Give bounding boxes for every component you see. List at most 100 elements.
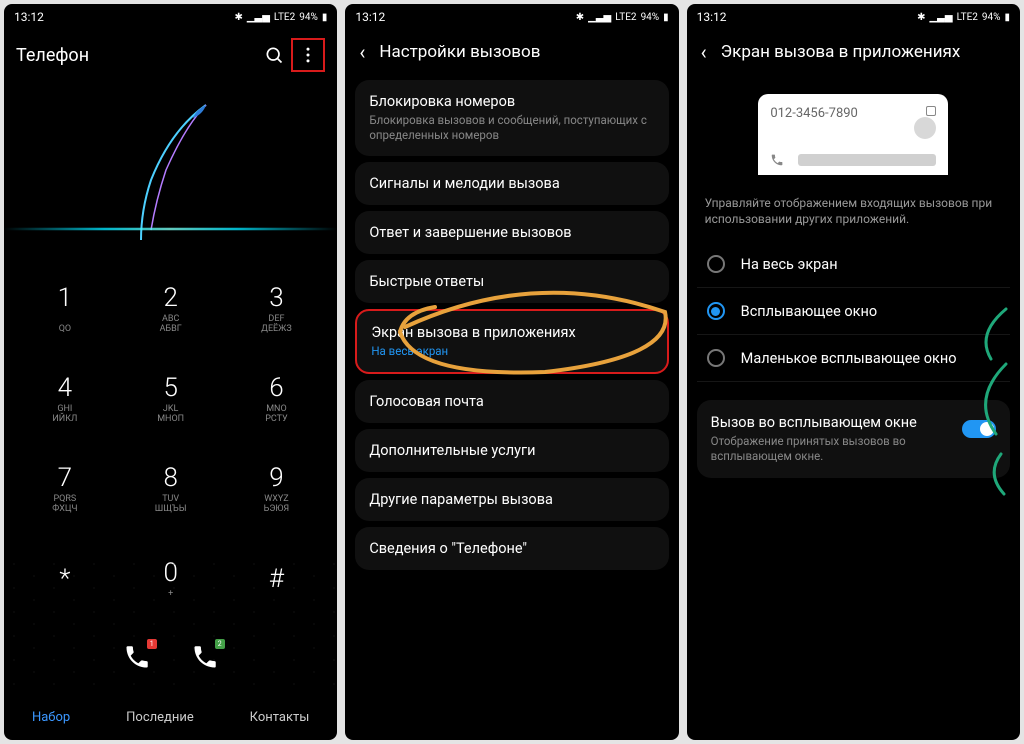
dial-key-2[interactable]: 2ABC АБВГ: [118, 264, 224, 354]
header: ‹ Настройки вызовов: [345, 30, 678, 74]
signal-icon: ▁▃▅: [247, 12, 270, 23]
battery-text: 94%: [299, 12, 318, 23]
call-sim2-button[interactable]: 2: [191, 643, 219, 675]
settings-item[interactable]: Экран вызова в приложениях На весь экран: [355, 309, 668, 374]
item-title: Другие параметры вызова: [369, 491, 654, 508]
radio-option[interactable]: Маленькое всплывающее окно: [697, 335, 1010, 382]
dial-key-letters: ABC АБВГ: [160, 315, 182, 335]
popup-call-switch-card: Вызов во всплывающем окне Отображение пр…: [697, 400, 1010, 478]
dial-key-*[interactable]: *: [12, 534, 118, 624]
search-button[interactable]: [257, 38, 291, 72]
call-button-row: 1 2: [4, 624, 337, 694]
dial-key-7[interactable]: 7PQRS ФХЦЧ: [12, 444, 118, 534]
radio-label: Всплывающее окно: [741, 303, 877, 320]
dial-key-number: 3: [269, 283, 283, 313]
item-title: Блокировка номеров: [369, 93, 654, 110]
dial-key-number: 4: [58, 373, 72, 403]
popup-call-toggle[interactable]: [962, 420, 996, 438]
item-title: Экран вызова в приложениях: [371, 324, 652, 341]
settings-item[interactable]: Другие параметры вызова: [355, 478, 668, 521]
radio-group: На весь экран Всплывающее окно Маленькое в…: [687, 237, 1020, 386]
item-subtitle: На весь экран: [371, 344, 652, 359]
item-title: Сведения о "Телефоне": [369, 540, 654, 557]
dial-key-letters: PQRS ФХЦЧ: [52, 495, 77, 515]
status-time: 13:12: [697, 10, 727, 24]
radio-label: Маленькое всплывающее окно: [741, 350, 957, 367]
switch-subtitle: Отображение принятых вызовов во всплываю…: [711, 434, 952, 464]
settings-item[interactable]: Блокировка номеров Блокировка вызовов и с…: [355, 80, 668, 156]
phone-screen-call-settings: 13:12 ✱▁▃▅LTE2 94%▮ ‹ Настройки вызовов …: [345, 4, 678, 740]
settings-item[interactable]: Быстрые ответы: [355, 260, 668, 303]
radio-label: На весь экран: [741, 256, 838, 273]
settings-item[interactable]: Голосовая почта: [355, 380, 668, 423]
status-icons: ✱ ▁▃▅ LTE2 94% ▮: [234, 12, 327, 23]
dial-key-8[interactable]: 8TUV ШЩЪЫ: [118, 444, 224, 534]
battery-icon: ▮: [322, 12, 328, 23]
settings-item[interactable]: Дополнительные услуги: [355, 429, 668, 472]
mock-bar: [798, 154, 936, 166]
radio-option[interactable]: На весь экран: [697, 241, 1010, 288]
dial-key-5[interactable]: 5JKL МНОП: [118, 354, 224, 444]
call-sim1-button[interactable]: 1: [123, 643, 151, 675]
settings-item[interactable]: Ответ и завершение вызовов: [355, 211, 668, 254]
item-subtitle: Блокировка вызовов и сообщений, поступаю…: [369, 113, 654, 143]
dial-key-number: *: [59, 564, 70, 594]
back-button[interactable]: ‹: [701, 40, 707, 64]
dial-key-4[interactable]: 4GHI ИЙКЛ: [12, 354, 118, 444]
dial-key-1[interactable]: 1 QO: [12, 264, 118, 354]
settings-item[interactable]: Сигналы и мелодии вызова: [355, 162, 668, 205]
app-title: Телефон: [16, 45, 257, 66]
item-title: Дополнительные услуги: [369, 442, 654, 459]
preview-area: 012-3456-7890: [687, 74, 1020, 195]
status-time: 13:12: [355, 10, 385, 24]
header: ‹ Экран вызова в приложениях: [687, 30, 1020, 74]
dial-key-letters: +: [168, 590, 173, 600]
dial-key-9[interactable]: 9WXYZ ЬЭЮЯ: [224, 444, 330, 534]
dial-key-letters: DEF ДЕЁЖЗ: [261, 315, 292, 335]
dial-key-number: 5: [163, 373, 177, 403]
dial-key-letters: MNO РСТУ: [265, 405, 287, 425]
lte-icon: LTE2: [274, 12, 295, 23]
description-text: Управляйте отображением входящих вызовов…: [687, 195, 1020, 237]
dial-key-6[interactable]: 6MNO РСТУ: [224, 354, 330, 444]
tab-contacts[interactable]: Контакты: [250, 710, 310, 725]
settings-list: Блокировка номеров Блокировка вызовов и с…: [345, 74, 678, 740]
dial-key-3[interactable]: 3DEF ДЕЁЖЗ: [224, 264, 330, 354]
dial-key-number: 7: [58, 463, 72, 493]
dial-key-letters: TUV ШЩЪЫ: [155, 495, 187, 515]
phone-screen-call-display: 13:12 ✱▁▃▅LTE2 94%▮ ‹ Экран вызова в при…: [687, 4, 1020, 740]
status-icons: ✱▁▃▅LTE2 94%▮: [576, 12, 669, 23]
dial-key-number: 8: [163, 463, 177, 493]
status-time: 13:12: [14, 10, 44, 24]
glow-bar: [4, 228, 337, 230]
dial-key-number: 1: [58, 283, 72, 313]
settings-item[interactable]: Сведения о "Телефоне": [355, 527, 668, 570]
item-title: Голосовая почта: [369, 393, 654, 410]
switch-title: Вызов во всплывающем окне: [711, 414, 952, 431]
dial-key-letters: JKL МНОП: [157, 405, 184, 425]
radio-option[interactable]: Всплывающее окно: [697, 288, 1010, 335]
dial-key-letters: GHI ИЙКЛ: [52, 405, 77, 425]
dial-key-number: #: [269, 564, 284, 594]
back-button[interactable]: ‹: [359, 40, 365, 64]
item-title: Сигналы и мелодии вызова: [369, 175, 654, 192]
tab-recent[interactable]: Последние: [126, 710, 194, 725]
dial-key-#[interactable]: #: [224, 534, 330, 624]
radio-icon: [707, 255, 725, 273]
header-title: Экран вызова в приложениях: [721, 42, 961, 62]
phone-screen-dialer: 13:12 ✱ ▁▃▅ LTE2 94% ▮ Телефон 1 QO2ABC …: [4, 4, 337, 740]
dial-key-number: 9: [269, 463, 283, 493]
wallpaper-area: [4, 80, 337, 260]
dial-key-number: 2: [163, 283, 177, 313]
status-bar: 13:12 ✱▁▃▅LTE2 94%▮: [687, 4, 1020, 30]
bottom-tabs: Набор Последние Контакты: [4, 694, 337, 740]
mock-avatar: [914, 117, 936, 139]
tab-dial[interactable]: Набор: [32, 710, 70, 725]
dial-key-0[interactable]: 0+: [118, 534, 224, 624]
radio-icon: [707, 302, 725, 320]
feather-decoration: [111, 90, 231, 250]
mock-call-icon: [770, 153, 784, 167]
more-menu-button[interactable]: [291, 38, 325, 72]
status-icons: ✱▁▃▅LTE2 94%▮: [917, 12, 1010, 23]
dial-key-number: 6: [269, 373, 283, 403]
